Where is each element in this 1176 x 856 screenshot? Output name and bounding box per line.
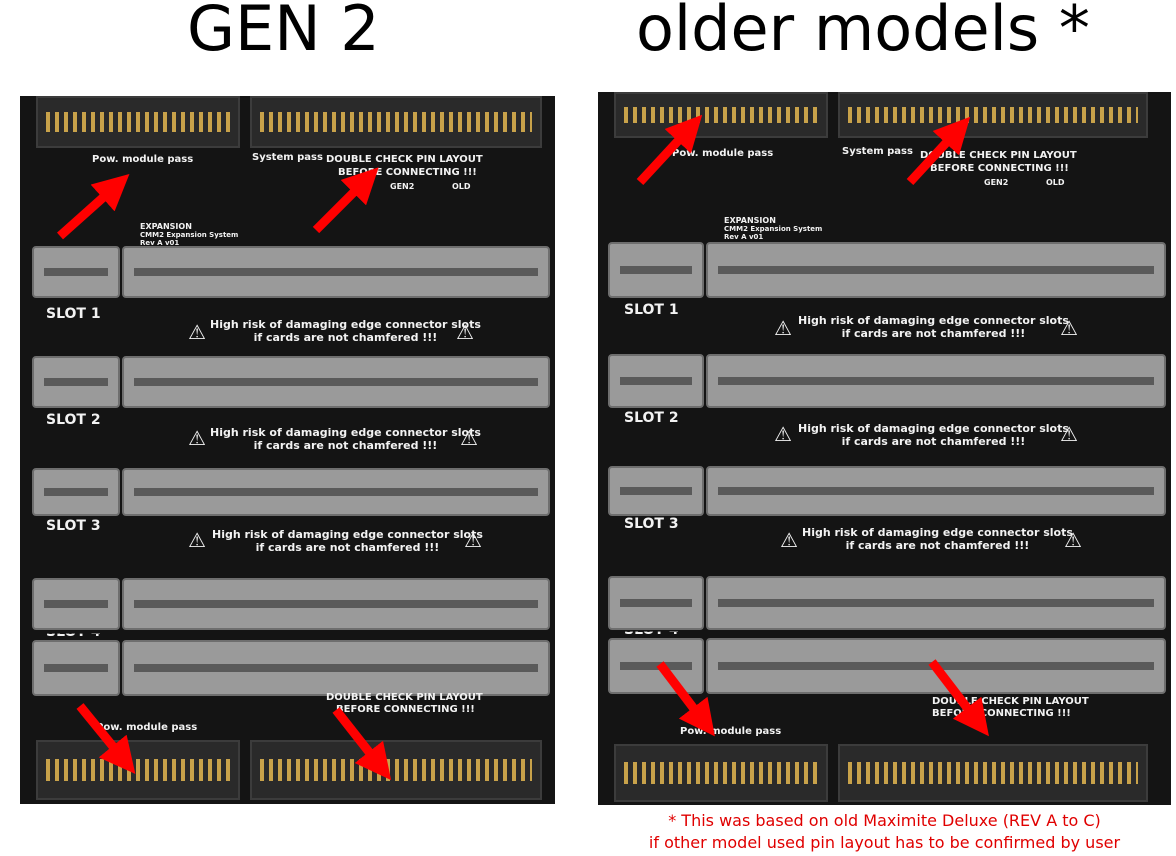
expansion-sub-label: CMM2 Expansion System xyxy=(724,225,823,233)
system-header-bottom xyxy=(838,744,1148,802)
pow-module-pass-bottom-label: Pow. module pass xyxy=(680,726,782,737)
slot-4-connector-short xyxy=(608,576,704,630)
before-connecting-bottom-label: BEFORE CONNECTING !!! xyxy=(932,708,1071,719)
pow-module-pass-label: Pow. module pass xyxy=(92,154,194,165)
slot-1-warning: High risk of damaging edge connector slo… xyxy=(210,318,481,344)
old-jumper-label: OLD xyxy=(452,182,471,191)
slot-3-connector-short xyxy=(32,468,120,516)
older-models-board: Pow. module pass System pass DOUBLE CHEC… xyxy=(598,92,1171,805)
warning-icon: ⚠ xyxy=(1060,316,1078,340)
warning-icon: ⚠ xyxy=(456,320,474,344)
slot-2-connector-long xyxy=(706,354,1166,408)
warning-icon: ⚠ xyxy=(188,528,206,552)
slot-1-warning: High risk of damaging edge connector slo… xyxy=(798,314,1069,340)
old-jumper-label: OLD xyxy=(1046,178,1065,187)
double-check-bottom-label: DOUBLE CHECK PIN LAYOUT xyxy=(326,692,483,703)
gen2-jumper-label: GEN2 xyxy=(390,182,415,191)
slot-5-connector-short xyxy=(32,640,120,696)
slot-3-label: SLOT 3 xyxy=(46,518,101,534)
system-header-top xyxy=(250,96,542,148)
slot-1-connector-long xyxy=(706,242,1166,298)
slot-3-connector-long xyxy=(122,468,550,516)
power-header-top xyxy=(36,96,240,148)
before-connecting-label: BEFORE CONNECTING !!! xyxy=(930,163,1069,174)
gen2-jumper-label: GEN2 xyxy=(984,178,1009,187)
footnote-line-1: * This was based on old Maximite Deluxe … xyxy=(668,811,1101,830)
warning-icon: ⚠ xyxy=(188,320,206,344)
footnote-line-2: if other model used pin layout has to be… xyxy=(648,833,1121,852)
warning-icon: ⚠ xyxy=(460,426,478,450)
slot-3-warning: High risk of damaging edge connector slo… xyxy=(802,526,1073,552)
slot-2-connector-short xyxy=(608,354,704,408)
warning-icon: ⚠ xyxy=(1060,422,1078,446)
warning-icon: ⚠ xyxy=(780,528,798,552)
expansion-sub-label: CMM2 Expansion System xyxy=(140,231,239,239)
expansion-label: EXPANSION xyxy=(724,216,776,225)
pow-module-pass-bottom-label: Pow. module pass xyxy=(96,722,198,733)
warning-icon: ⚠ xyxy=(188,426,206,450)
slot-2-connector-short xyxy=(32,356,120,408)
before-connecting-label: BEFORE CONNECTING !!! xyxy=(338,167,477,178)
slot-3-connector-long xyxy=(706,466,1166,516)
slot-1-label: SLOT 1 xyxy=(46,306,101,322)
slot-1-connector-short xyxy=(32,246,120,298)
power-header-bottom xyxy=(614,744,828,802)
system-pass-label: System pass xyxy=(842,146,913,157)
system-header-top xyxy=(838,92,1148,138)
expansion-label: EXPANSION xyxy=(140,222,192,231)
slot-2-label: SLOT 2 xyxy=(46,412,101,428)
slot-3-label: SLOT 3 xyxy=(624,516,679,532)
before-connecting-bottom-label: BEFORE CONNECTING !!! xyxy=(336,704,475,715)
slot-2-label: SLOT 2 xyxy=(624,410,679,426)
revision-label: Rev A v01 xyxy=(724,233,764,241)
system-pass-label: System pass xyxy=(252,152,323,163)
gen2-board: Pow. module pass System pass DOUBLE CHEC… xyxy=(20,96,555,804)
slot-3-connector-short xyxy=(608,466,704,516)
warning-icon: ⚠ xyxy=(1064,528,1082,552)
warning-icon: ⚠ xyxy=(774,422,792,446)
slot-4-connector-long xyxy=(122,578,550,630)
slot-5-connector-long xyxy=(122,640,550,696)
double-check-label: DOUBLE CHECK PIN LAYOUT xyxy=(920,150,1077,161)
gen2-heading: GEN 2 xyxy=(187,0,380,65)
slot-4-connector-short xyxy=(32,578,120,630)
slot-4-connector-long xyxy=(706,576,1166,630)
slot-2-warning: High risk of damaging edge connector slo… xyxy=(210,426,481,452)
slot-2-warning: High risk of damaging edge connector slo… xyxy=(798,422,1069,448)
power-header-bottom xyxy=(36,740,240,800)
slot-5-connector-long xyxy=(706,638,1166,694)
power-header-top xyxy=(614,92,828,138)
slot-1-connector-long xyxy=(122,246,550,298)
double-check-label: DOUBLE CHECK PIN LAYOUT xyxy=(326,154,483,165)
slot-5-connector-short xyxy=(608,638,704,694)
pow-module-pass-label: Pow. module pass xyxy=(672,148,774,159)
slot-1-label: SLOT 1 xyxy=(624,302,679,318)
warning-icon: ⚠ xyxy=(774,316,792,340)
double-check-bottom-label: DOUBLE CHECK PIN LAYOUT xyxy=(932,696,1089,707)
warning-icon: ⚠ xyxy=(464,528,482,552)
slot-2-connector-long xyxy=(122,356,550,408)
system-header-bottom xyxy=(250,740,542,800)
slot-1-connector-short xyxy=(608,242,704,298)
compatibility-footnote: * This was based on old Maximite Deluxe … xyxy=(598,810,1171,854)
slot-3-warning: High risk of damaging edge connector slo… xyxy=(212,528,483,554)
older-models-heading: older models * xyxy=(636,0,1090,65)
